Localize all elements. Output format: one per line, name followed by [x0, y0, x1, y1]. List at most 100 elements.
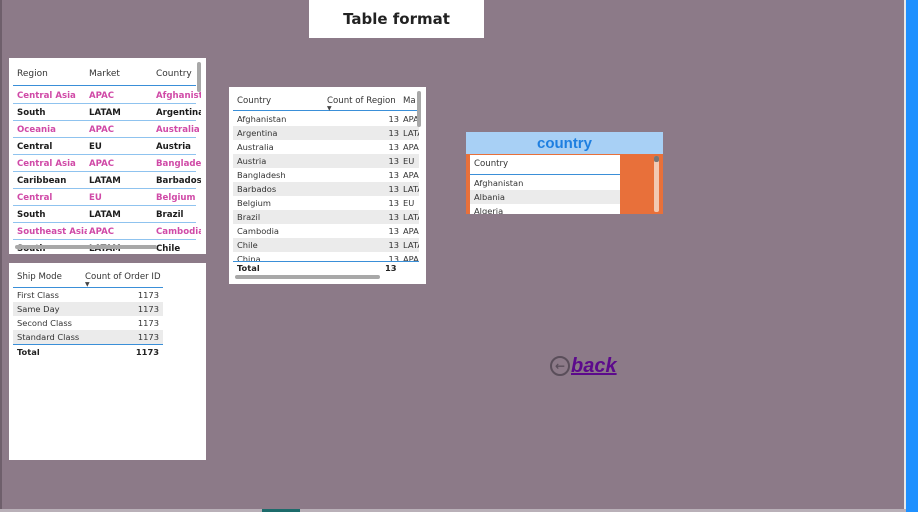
column-header-ship-mode[interactable]: Ship Mode [17, 272, 62, 282]
right-scrollbar[interactable] [906, 0, 918, 512]
country-slicer[interactable]: country Country Afghanistan Albania Algeri… [466, 132, 663, 214]
cell-country: Austria [237, 156, 267, 166]
cell-country: Belgium [156, 193, 196, 203]
vertical-scrollbar[interactable] [197, 62, 201, 92]
table-row[interactable]: Oceania APAC Australia [13, 121, 200, 138]
back-button[interactable]: ← back [550, 354, 617, 378]
cell-country: Argentina [237, 128, 278, 138]
canvas-left-edge [0, 0, 2, 512]
slicer-item-label: Afghanistan [474, 178, 524, 188]
cell-count: 13 [388, 240, 399, 250]
slicer-column-label: Country [474, 159, 509, 169]
cell-market: APAC [89, 125, 115, 135]
total-label: Total [17, 347, 40, 357]
cell-count: 1173 [137, 318, 159, 328]
cell-region: Oceania [17, 125, 56, 135]
cell-country: Bangladesh [237, 170, 286, 180]
column-header-country[interactable]: Country [237, 96, 317, 106]
slicer-item[interactable]: Afghanistan [470, 176, 620, 190]
cell-count: 13 [388, 156, 399, 166]
table-row[interactable]: Caribbean LATAM Barbados [13, 172, 201, 189]
cell-country: Barbados [156, 176, 201, 186]
cell-count: 13 [388, 170, 399, 180]
cell-market: EU [89, 142, 102, 152]
sort-descending-icon: ▼ [327, 105, 332, 112]
cell-market: EU [403, 198, 415, 208]
cell-count: 13 [388, 212, 399, 222]
cell-count: 13 [388, 198, 399, 208]
column-header-region[interactable]: Region [17, 69, 87, 79]
table-row[interactable]: Second Class 1173 [13, 316, 163, 330]
vertical-scrollbar[interactable] [417, 91, 421, 127]
cell-country: Afghanistan [237, 114, 287, 124]
table-row[interactable]: Brazil 13 LATAM [233, 210, 419, 224]
slicer-scrollbar[interactable] [654, 156, 659, 212]
cell-market: LATAM [403, 184, 419, 194]
cell-country: Australia [237, 142, 274, 152]
cell-count: 13 [388, 114, 399, 124]
table-row[interactable]: Afghanistan13APAC [233, 112, 419, 126]
total-value: 1173 [135, 347, 159, 357]
table-row[interactable]: Argentina 13 LATAM [233, 126, 419, 140]
table-row[interactable]: Central Asia APAC Bangladesh [13, 155, 201, 172]
table-row[interactable]: Central EU Belgium [13, 189, 196, 206]
table-row[interactable]: Cambodia 13 APAC [233, 224, 419, 238]
ship-mode-table[interactable]: Ship Mode Count of Order ID ▼ First Clas… [9, 263, 206, 460]
table-row[interactable]: Chile 13 LATAM [233, 238, 419, 252]
column-header-country[interactable]: Country [156, 69, 201, 79]
cell-country: Chile [237, 240, 258, 250]
slicer-list[interactable]: Country Afghanistan Albania Algeria [470, 155, 620, 214]
slicer-column-header: Country [470, 155, 620, 175]
table-row[interactable]: First Class 1173 [13, 288, 163, 302]
cell-country: Argentina [156, 108, 201, 118]
table-row[interactable]: Central Asia APAC Afghanistan [13, 87, 201, 104]
cell-country: Chile [156, 244, 181, 254]
country-count-table[interactable]: Country Count of Region Ma ▼ Afghanistan… [229, 87, 426, 284]
column-header-count-of-region[interactable]: Count of Region [327, 96, 397, 106]
cell-country: Bangladesh [156, 159, 201, 169]
column-header-count-order-id[interactable]: Count of Order ID [85, 272, 161, 282]
page-title: Table format [343, 10, 450, 28]
slicer-item-label: Albania [474, 192, 505, 202]
table-row[interactable]: Same Day 1173 [13, 302, 163, 316]
cell-region: Central [17, 193, 53, 203]
table-row[interactable]: Central EU Austria [13, 138, 196, 155]
cell-market: LATAM [403, 128, 419, 138]
table-row[interactable]: Standard Class 1173 [13, 330, 163, 344]
table-row[interactable]: Australia 13 APAC [233, 140, 419, 154]
slicer-header: country [466, 132, 663, 154]
slicer-item[interactable]: Albania [470, 190, 620, 204]
slicer-item[interactable]: Algeria [470, 204, 620, 214]
horizontal-scrollbar[interactable] [15, 245, 157, 249]
cell-country: Cambodia [237, 226, 279, 236]
table-total-row: Total 13 [233, 261, 419, 273]
table-total-row: Total 1173 [13, 344, 163, 358]
cell-country: Austria [156, 142, 191, 152]
cell-region: South [17, 210, 46, 220]
horizontal-scrollbar[interactable] [235, 275, 380, 279]
cell-count: 1173 [137, 332, 159, 342]
table-row[interactable]: South LATAM Argentina [13, 104, 201, 121]
cell-region: Central Asia [17, 91, 76, 101]
table-row[interactable]: Southeast Asia APAC Cambodia [13, 223, 201, 240]
table-row[interactable]: South LATAM Brazil [13, 206, 196, 223]
table-row[interactable]: Bangladesh 13 APAC [233, 168, 419, 182]
table-row[interactable]: Belgium 13 EU [233, 196, 419, 210]
cell-country: Brazil [237, 212, 261, 222]
cell-market: EU [403, 156, 415, 166]
back-arrow-circle-icon[interactable]: ← [550, 356, 570, 376]
table-row[interactable]: Austria 13 EU [233, 154, 419, 168]
cell-count: 13 [388, 142, 399, 152]
cell-market: APAC [89, 227, 115, 237]
cell-market: APAC [403, 142, 419, 152]
cell-count: 1173 [137, 304, 159, 314]
cell-region: Southeast Asia [17, 227, 87, 237]
table-header: Ship Mode Count of Order ID ▼ [13, 267, 163, 288]
back-link[interactable]: back [571, 355, 617, 378]
cell-count: 1173 [137, 290, 159, 300]
cell-region: Caribbean [17, 176, 67, 186]
total-label: Total [237, 263, 260, 273]
table-row[interactable]: Barbados 13 LATAM [233, 182, 419, 196]
region-market-country-table[interactable]: Region Market Country Central Asia APAC Af… [9, 58, 206, 254]
column-header-market[interactable]: Market [89, 69, 151, 79]
